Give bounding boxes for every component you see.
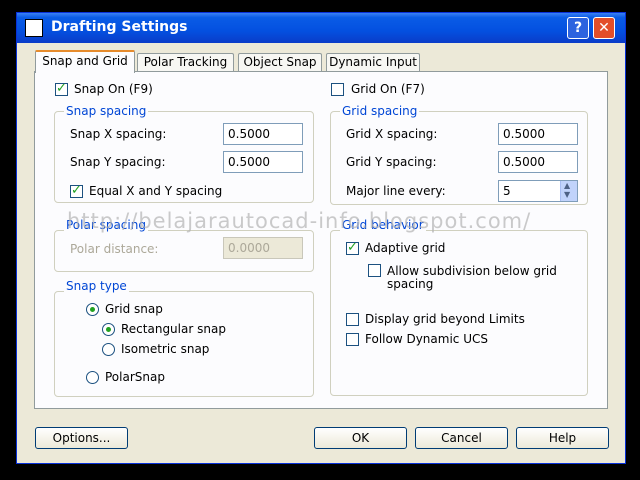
spin-up-icon[interactable]: ▲ (564, 181, 570, 190)
follow-dynamic-ucs-label[interactable]: Follow Dynamic UCS (365, 332, 488, 346)
options-button[interactable]: Options... (35, 427, 128, 449)
watermark-text: http://belajarautocad-info.blogspot.com/ (67, 209, 532, 233)
window-title: Drafting Settings (51, 19, 188, 35)
grid-on-label[interactable]: Grid On (F7) (351, 82, 425, 96)
polar-distance-input[interactable]: 0.0000 (223, 237, 303, 259)
tab-polar-tracking[interactable]: Polar Tracking (137, 53, 234, 72)
display-beyond-limits-checkbox[interactable] (346, 313, 359, 326)
cancel-button[interactable]: Cancel (415, 427, 508, 449)
app-icon (25, 19, 43, 37)
display-beyond-limits-label[interactable]: Display grid beyond Limits (365, 312, 525, 326)
equal-spacing-label[interactable]: Equal X and Y spacing (89, 184, 222, 198)
equal-spacing-checkbox[interactable] (70, 183, 83, 198)
help-button[interactable]: Help (516, 427, 609, 449)
tab-snap-and-grid[interactable]: Snap and Grid (35, 50, 135, 73)
adaptive-grid-label[interactable]: Adaptive grid (365, 241, 445, 255)
snap-y-input[interactable]: 0.5000 (223, 151, 303, 173)
follow-dynamic-ucs-checkbox[interactable] (346, 333, 359, 346)
snap-y-label: Snap Y spacing: (70, 155, 166, 169)
snap-spacing-legend: Snap spacing (64, 104, 149, 118)
title-bar[interactable]: Drafting Settings ? ✕ (17, 13, 625, 43)
close-button[interactable]: ✕ (593, 17, 615, 39)
rectangular-snap-label[interactable]: Rectangular snap (121, 322, 226, 336)
grid-spacing-legend: Grid spacing (340, 104, 420, 118)
drafting-settings-dialog: Drafting Settings ? ✕ Snap and Grid Pola… (16, 12, 626, 464)
allow-subdivision-label[interactable]: Allow subdivision below grid (387, 264, 557, 278)
isometric-snap-radio[interactable] (102, 343, 115, 356)
snap-on-label[interactable]: Snap On (F9) (74, 82, 153, 96)
snap-x-label: Snap X spacing: (70, 127, 167, 141)
allow-subdivision-checkbox[interactable] (368, 264, 381, 277)
snap-on-checkbox[interactable] (55, 81, 68, 96)
spin-down-icon[interactable]: ▼ (564, 190, 570, 199)
polar-distance-label: Polar distance: (70, 242, 159, 256)
grid-x-label: Grid X spacing: (346, 127, 438, 141)
help-title-button[interactable]: ? (567, 17, 589, 39)
isometric-snap-label[interactable]: Isometric snap (121, 342, 209, 356)
snap-type-legend: Snap type (64, 279, 129, 293)
polarsnap-label[interactable]: PolarSnap (105, 370, 165, 384)
grid-on-checkbox[interactable] (331, 83, 344, 96)
snap-x-input[interactable]: 0.5000 (223, 123, 303, 145)
major-line-spinner[interactable]: ▲ ▼ (560, 181, 577, 201)
ok-button[interactable]: OK (314, 427, 407, 449)
grid-x-input[interactable]: 0.5000 (498, 123, 578, 145)
allow-subdivision-label-cont[interactable]: spacing (387, 277, 433, 291)
tab-object-snap[interactable]: Object Snap (238, 53, 322, 72)
grid-snap-label[interactable]: Grid snap (105, 302, 163, 316)
tab-dynamic-input[interactable]: Dynamic Input (326, 53, 420, 72)
grid-y-label: Grid Y spacing: (346, 155, 437, 169)
polarsnap-radio[interactable] (86, 371, 99, 384)
rectangular-snap-radio[interactable] (102, 323, 115, 336)
adaptive-grid-checkbox[interactable] (346, 240, 359, 255)
major-line-label: Major line every: (346, 184, 446, 198)
grid-y-input[interactable]: 0.5000 (498, 151, 578, 173)
grid-snap-radio[interactable] (86, 303, 99, 316)
